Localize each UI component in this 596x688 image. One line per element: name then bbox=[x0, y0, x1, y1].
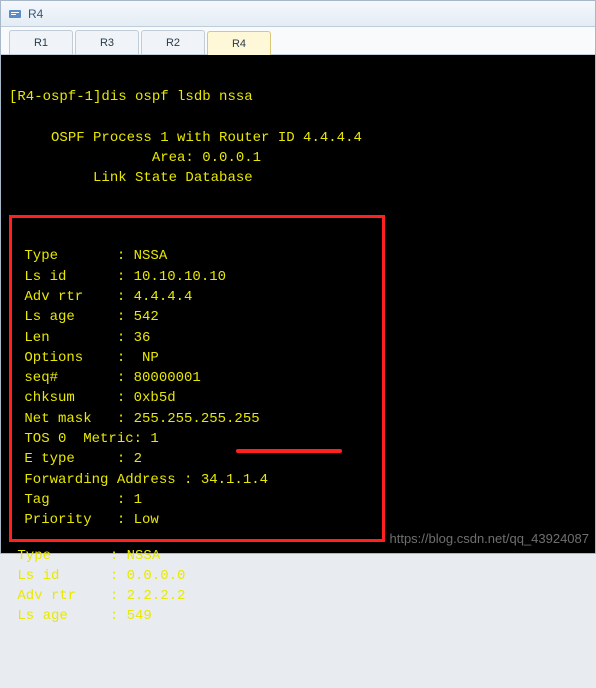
tab-label: R2 bbox=[166, 37, 180, 49]
tab-label: R3 bbox=[100, 37, 114, 49]
lsa-e-type: E type : 2 bbox=[16, 451, 142, 467]
window-title: R4 bbox=[28, 7, 43, 21]
command: dis ospf lsdb nssa bbox=[101, 89, 252, 105]
app-icon bbox=[7, 6, 23, 22]
tab-r2[interactable]: R2 bbox=[141, 30, 205, 54]
lsa-len: Len : 36 bbox=[16, 330, 150, 346]
lsa-tag: Tag : 1 bbox=[16, 492, 142, 508]
titlebar[interactable]: R4 bbox=[1, 1, 595, 27]
terminal-window: R4 R1 R3 R2 R4 [R4-ospf-1]dis ospf lsdb … bbox=[0, 0, 596, 554]
lsa-priority: Priority : Low bbox=[16, 512, 159, 528]
tab-label: R4 bbox=[232, 38, 246, 50]
lsa-net-mask: Net mask : 255.255.255.255 bbox=[16, 411, 260, 427]
watermark: https://blog.csdn.net/qq_43924087 bbox=[390, 530, 590, 549]
lsa-ls-id: Ls id : 10.10.10.10 bbox=[16, 269, 226, 285]
lsa2-type: Type : NSSA bbox=[9, 548, 160, 564]
tab-r4[interactable]: R4 bbox=[207, 31, 271, 55]
lsa-tos: TOS 0 Metric: 1 bbox=[16, 431, 159, 447]
lsa-fwd-addr: Forwarding Address : 34.1.1.4 bbox=[16, 472, 268, 488]
tab-label: R1 bbox=[34, 37, 48, 49]
highlight-box: Type : NSSA Ls id : 10.10.10.10 Adv rtr … bbox=[9, 215, 385, 541]
terminal[interactable]: [R4-ospf-1]dis ospf lsdb nssa OSPF Proce… bbox=[1, 55, 595, 553]
tab-r3[interactable]: R3 bbox=[75, 30, 139, 54]
lsa-adv-rtr: Adv rtr : 4.4.4.4 bbox=[16, 289, 192, 305]
lsa2-ls-id: Ls id : 0.0.0.0 bbox=[9, 568, 185, 584]
lsa2-ls-age: Ls age : 549 bbox=[9, 608, 152, 624]
lsa-chksum: chksum : 0xb5d bbox=[16, 390, 176, 406]
annotation-underline bbox=[236, 449, 342, 453]
lsa-ls-age: Ls age : 542 bbox=[16, 309, 159, 325]
lsa-type: Type : NSSA bbox=[16, 248, 167, 264]
prompt: [R4-ospf-1] bbox=[9, 89, 101, 105]
tabbar: R1 R3 R2 R4 bbox=[1, 27, 595, 55]
tab-r1[interactable]: R1 bbox=[9, 30, 73, 54]
lsa2-adv-rtr: Adv rtr : 2.2.2.2 bbox=[9, 588, 185, 604]
ospf-header: OSPF Process 1 with Router ID 4.4.4.4 Ar… bbox=[9, 128, 587, 189]
lsa-options: Options : NP bbox=[16, 350, 159, 366]
lsa-seq: seq# : 80000001 bbox=[16, 370, 201, 386]
